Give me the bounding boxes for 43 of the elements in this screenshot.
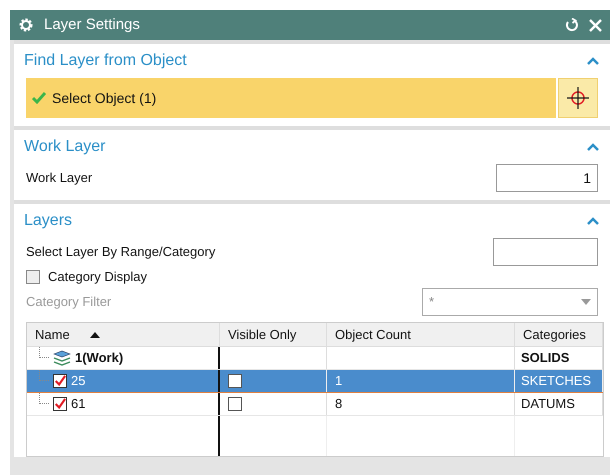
collapse-icon[interactable]	[586, 56, 600, 66]
table-row[interactable]: 25 1 SKETCHES	[27, 370, 603, 393]
collapse-icon[interactable]	[586, 142, 600, 152]
table-cell-text: 1	[335, 372, 342, 390]
window-title: Layer Settings	[44, 14, 141, 35]
column-header[interactable]: Name	[27, 323, 220, 346]
sort-ascending-icon	[90, 332, 100, 338]
table-cell-text: DATUMS	[521, 395, 575, 414]
table-row[interactable]: 61 8 DATUMS	[27, 393, 603, 416]
visible-only-checkbox[interactable]	[228, 374, 242, 388]
layer-checkbox[interactable]	[53, 397, 67, 411]
checkbox[interactable]	[26, 270, 40, 284]
column-header[interactable]: Visible Only	[220, 323, 327, 346]
visible-only-checkbox[interactable]	[228, 397, 242, 411]
section-title: Find Layer from Object	[24, 51, 187, 71]
field-label: Category Filter	[26, 293, 112, 312]
selection-bar[interactable]: Select Object (1)	[26, 78, 556, 118]
table-cell-text: SKETCHES	[521, 372, 592, 390]
column-header[interactable]: Object Count	[327, 323, 515, 346]
work-layer-field[interactable]: 1	[496, 164, 598, 192]
close-icon[interactable]	[589, 18, 602, 32]
layer-checkbox[interactable]	[53, 374, 67, 388]
table-cell-text: 8	[335, 395, 342, 414]
check-icon	[32, 92, 46, 104]
column-header[interactable]: Categories	[515, 323, 603, 346]
crosshair-icon	[566, 86, 590, 110]
layers-icon	[53, 350, 71, 366]
field-label: Work Layer	[26, 169, 92, 188]
section-title: Layers	[24, 211, 72, 231]
dropdown-arrow-icon	[581, 299, 591, 305]
settings-icon[interactable]	[18, 17, 34, 33]
checkbox-label: Category Display	[48, 268, 147, 286]
field-label: Select Layer By Range/Category	[26, 243, 216, 262]
table-cell-text: 1(Work)	[75, 349, 124, 368]
range-field[interactable]	[493, 238, 598, 266]
reset-icon[interactable]	[565, 18, 579, 32]
selection-label: Select Object (1)	[52, 88, 156, 108]
table-cell-text: 25	[71, 372, 86, 390]
collapse-icon[interactable]	[586, 216, 600, 226]
table-cell-text: SOLIDS	[521, 349, 570, 368]
table-cell-text: 61	[71, 395, 86, 414]
select-object-button[interactable]	[558, 78, 598, 118]
section-title: Work Layer	[24, 137, 106, 157]
